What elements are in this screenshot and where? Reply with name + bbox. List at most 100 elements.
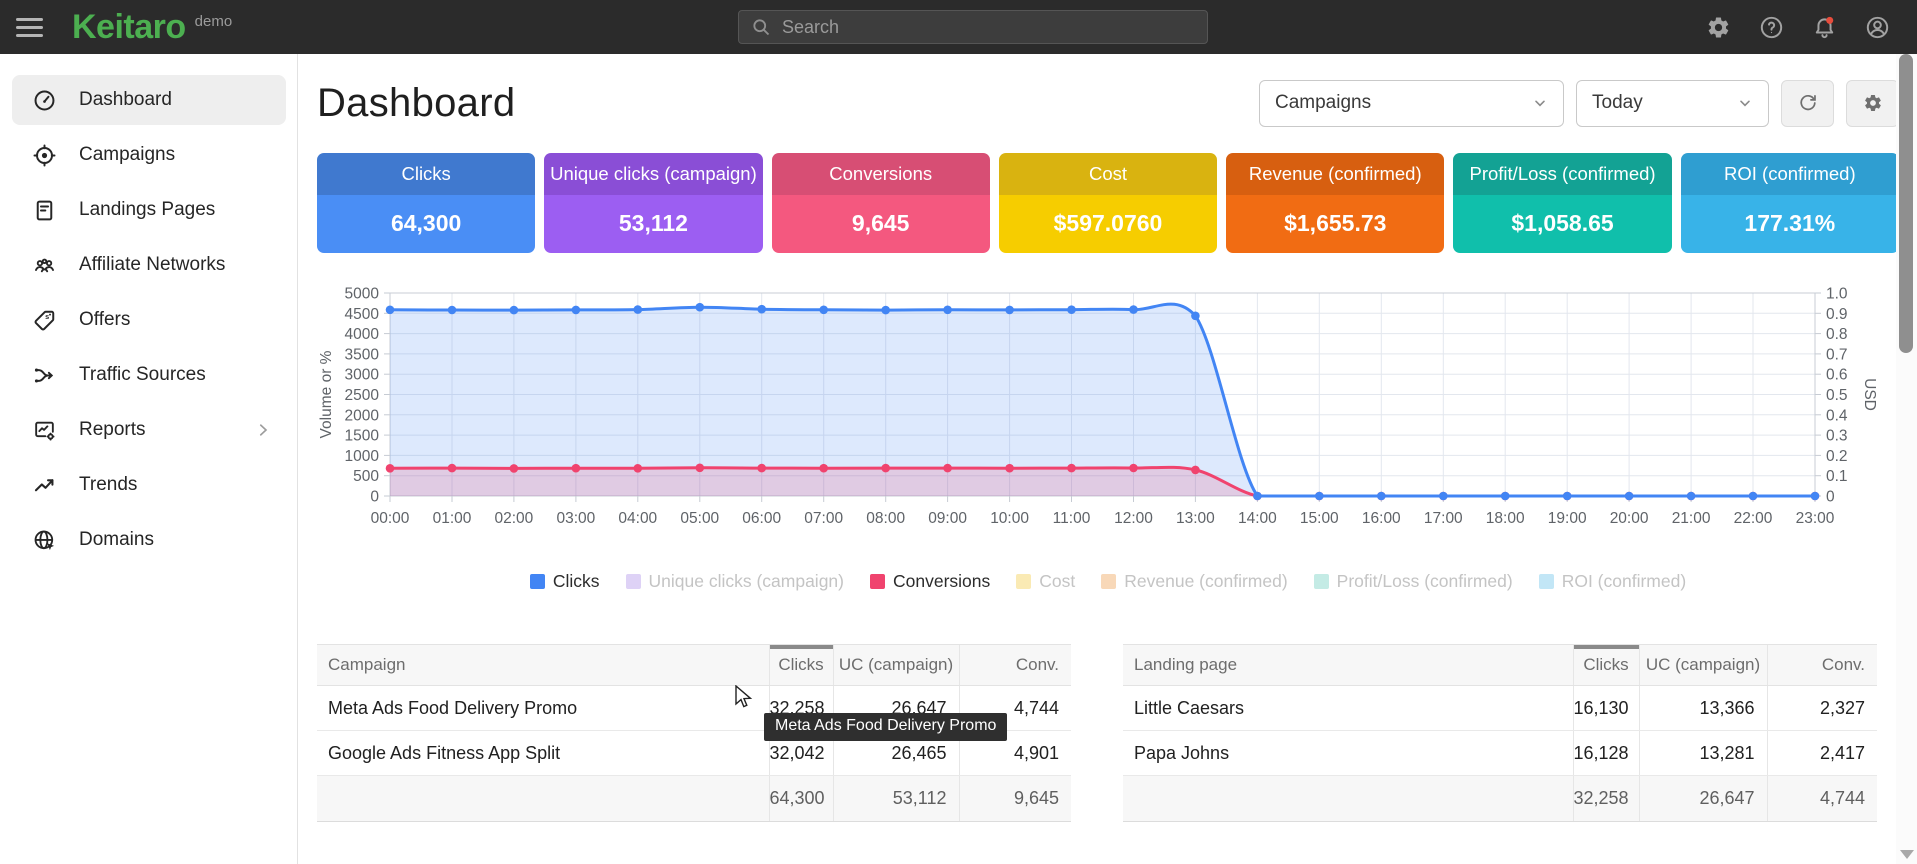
legend-item-unique-clicks-campaign[interactable]: Unique clicks (campaign) bbox=[626, 571, 845, 592]
scrollbar-down-arrow[interactable] bbox=[1900, 850, 1914, 859]
table-row: Little Caesars16,13013,3662,327 bbox=[1123, 686, 1877, 731]
chart-legend: Clicks Unique clicks (campaign) Conversion… bbox=[317, 569, 1899, 593]
svg-text:0.7: 0.7 bbox=[1826, 346, 1848, 363]
topbar-icons bbox=[1705, 0, 1891, 54]
traffic-sources-icon bbox=[31, 362, 57, 388]
row-name-cell[interactable]: Papa Johns bbox=[1123, 731, 1573, 776]
legend-swatch bbox=[1314, 574, 1329, 589]
svg-text:11:00: 11:00 bbox=[1053, 510, 1091, 527]
kpi-card-label: Revenue (confirmed) bbox=[1226, 153, 1444, 195]
notifications-icon[interactable] bbox=[1811, 14, 1838, 41]
legend-swatch bbox=[626, 574, 641, 589]
svg-text:03:00: 03:00 bbox=[557, 510, 596, 527]
svg-text:500: 500 bbox=[353, 468, 379, 485]
legend-item-revenue-confirmed[interactable]: Revenue (confirmed) bbox=[1101, 571, 1287, 592]
trends-icon bbox=[31, 472, 57, 498]
row-value-cell: 2,327 bbox=[1767, 686, 1877, 731]
landing-pages-icon bbox=[31, 197, 57, 223]
sidebar-item-domains[interactable]: Domains bbox=[12, 515, 286, 565]
sidebar-item-landings-pages[interactable]: Landings Pages bbox=[12, 185, 286, 235]
kpi-cards-row: Clicks64,300Unique clicks (campaign)53,1… bbox=[317, 153, 1899, 253]
column-header-uc-campaign[interactable]: UC (campaign) bbox=[1639, 645, 1767, 686]
svg-text:1500: 1500 bbox=[345, 428, 380, 445]
sidebar-item-label: Reports bbox=[79, 419, 146, 441]
legend-item-profit-loss-confirmed[interactable]: Profit/Loss (confirmed) bbox=[1314, 571, 1513, 592]
sidebar-item-label: Offers bbox=[79, 309, 130, 331]
kpi-card-cost[interactable]: Cost$597.0760 bbox=[999, 153, 1217, 253]
dashboard-settings-button[interactable] bbox=[1846, 80, 1899, 127]
chevron-down-icon bbox=[1532, 95, 1548, 111]
row-value-cell: 13,281 bbox=[1639, 731, 1767, 776]
column-header-uc-campaign[interactable]: UC (campaign) bbox=[833, 645, 959, 686]
sidebar-item-reports[interactable]: Reports bbox=[12, 405, 286, 455]
sidebar-item-affiliate-networks[interactable]: Affiliate Networks bbox=[12, 240, 286, 290]
account-icon[interactable] bbox=[1864, 14, 1891, 41]
grouping-select[interactable]: Campaigns bbox=[1259, 80, 1564, 127]
legend-item-roi-confirmed[interactable]: ROI (confirmed) bbox=[1539, 571, 1686, 592]
refresh-button[interactable] bbox=[1781, 80, 1834, 127]
column-header-clicks[interactable]: Clicks bbox=[1573, 645, 1639, 686]
legend-label: Unique clicks (campaign) bbox=[649, 571, 845, 592]
sidebar-item-label: Campaigns bbox=[79, 144, 175, 166]
totals-row: 64,30053,1129,645 bbox=[317, 776, 1071, 822]
kpi-card-value: $1,655.73 bbox=[1226, 195, 1444, 253]
kpi-card-clicks[interactable]: Clicks64,300 bbox=[317, 153, 535, 253]
svg-text:0.6: 0.6 bbox=[1826, 367, 1848, 384]
sidebar: Dashboard Campaigns Landings PagesAffiliat… bbox=[0, 54, 298, 864]
column-header-conv[interactable]: Conv. bbox=[1767, 645, 1877, 686]
domains-globe-icon bbox=[31, 527, 57, 553]
kpi-card-label: Conversions bbox=[772, 153, 990, 195]
sidebar-item-traffic-sources[interactable]: Traffic Sources bbox=[12, 350, 286, 400]
kpi-card-revenue-confirmed[interactable]: Revenue (confirmed)$1,655.73 bbox=[1226, 153, 1444, 253]
row-name-cell[interactable]: Meta Ads Food Delivery Promo bbox=[317, 686, 769, 731]
legend-swatch bbox=[530, 574, 545, 589]
sidebar-item-trends[interactable]: Trends bbox=[12, 460, 286, 510]
svg-text:08:00: 08:00 bbox=[866, 510, 905, 527]
row-name-cell[interactable]: Little Caesars bbox=[1123, 686, 1573, 731]
sidebar-item-label: Traffic Sources bbox=[79, 364, 206, 386]
landing-pages-table: Landing pageClicksUC (campaign)Conv.Litt… bbox=[1123, 644, 1877, 822]
menu-toggle-icon[interactable] bbox=[16, 18, 43, 37]
page-scrollbar bbox=[1896, 54, 1917, 864]
totals-cell bbox=[317, 776, 769, 822]
row-name-cell[interactable]: Google Ads Fitness App Split bbox=[317, 731, 769, 776]
kpi-card-label: ROI (confirmed) bbox=[1681, 153, 1899, 195]
kpi-card-value: 64,300 bbox=[317, 195, 535, 253]
svg-text:15:00: 15:00 bbox=[1300, 510, 1339, 527]
legend-item-cost[interactable]: Cost bbox=[1016, 571, 1075, 592]
column-header-campaign[interactable]: Campaign bbox=[317, 645, 769, 686]
period-select[interactable]: Today bbox=[1576, 80, 1769, 127]
row-value-cell: 2,417 bbox=[1767, 731, 1877, 776]
legend-item-conversions[interactable]: Conversions bbox=[870, 571, 990, 592]
help-icon[interactable] bbox=[1758, 14, 1785, 41]
column-header-conv[interactable]: Conv. bbox=[959, 645, 1071, 686]
column-header-landing-page[interactable]: Landing page bbox=[1123, 645, 1573, 686]
chevron-down-icon bbox=[1737, 95, 1753, 111]
search-input[interactable] bbox=[782, 17, 1195, 38]
sidebar-item-campaigns[interactable]: Campaigns bbox=[12, 130, 286, 180]
svg-text:1000: 1000 bbox=[345, 448, 380, 465]
settings-icon[interactable] bbox=[1705, 14, 1732, 41]
svg-text:Volume or %: Volume or % bbox=[318, 350, 335, 438]
sidebar-item-dashboard[interactable]: Dashboard bbox=[12, 75, 286, 125]
row-tooltip: Meta Ads Food Delivery Promo bbox=[764, 713, 1007, 741]
kpi-card-roi-confirmed[interactable]: ROI (confirmed)177.31% bbox=[1681, 153, 1899, 253]
row-value-cell: 13,366 bbox=[1639, 686, 1767, 731]
app-logo[interactable]: Keitaro bbox=[72, 8, 186, 47]
sidebar-item-offers[interactable]: sOffers bbox=[12, 295, 286, 345]
column-header-clicks[interactable]: Clicks bbox=[769, 645, 833, 686]
svg-text:0.4: 0.4 bbox=[1826, 407, 1848, 424]
legend-item-clicks[interactable]: Clicks bbox=[530, 571, 600, 592]
kpi-card-unique-clicks-campaign[interactable]: Unique clicks (campaign)53,112 bbox=[544, 153, 762, 253]
scrollbar-thumb[interactable] bbox=[1899, 54, 1913, 353]
svg-text:02:00: 02:00 bbox=[495, 510, 534, 527]
legend-swatch bbox=[870, 574, 885, 589]
kpi-card-profit-loss-confirmed[interactable]: Profit/Loss (confirmed)$1,058.65 bbox=[1453, 153, 1671, 253]
global-search[interactable] bbox=[738, 10, 1208, 44]
traffic-chart-svg: 005000.110000.215000.320000.425000.53000… bbox=[317, 275, 1877, 567]
svg-text:00:00: 00:00 bbox=[371, 510, 410, 527]
svg-text:USD: USD bbox=[1861, 378, 1877, 411]
kpi-card-conversions[interactable]: Conversions9,645 bbox=[772, 153, 990, 253]
legend-label: Cost bbox=[1039, 571, 1075, 592]
kpi-card-value: 53,112 bbox=[544, 195, 762, 253]
